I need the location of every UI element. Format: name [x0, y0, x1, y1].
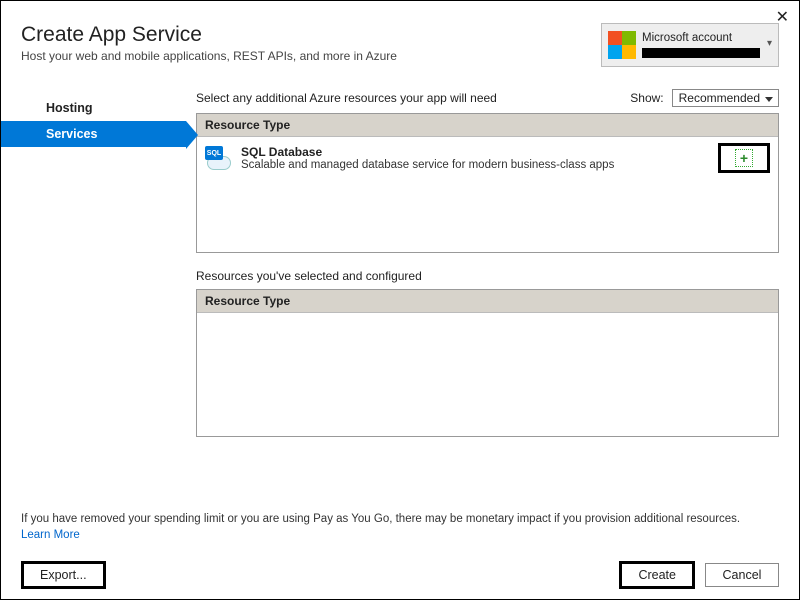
export-button[interactable]: Export... [21, 561, 106, 589]
selected-resources-list: Resource Type [196, 289, 779, 437]
account-label: Microsoft account [642, 32, 772, 45]
plus-icon: + [735, 149, 753, 167]
available-list-header: Resource Type [197, 114, 778, 137]
resource-description: Scalable and managed database service fo… [241, 159, 614, 171]
resource-row-sql-database[interactable]: SQL SQL Database Scalable and managed da… [197, 137, 778, 179]
tab-hosting[interactable]: Hosting [1, 95, 186, 121]
learn-more-link[interactable]: Learn More [21, 529, 80, 541]
account-picker[interactable]: Microsoft account ▾ [601, 23, 779, 67]
spending-warning: If you have removed your spending limit … [21, 511, 779, 543]
chevron-down-icon: ▾ [767, 38, 772, 49]
selected-resources-label: Resources you've selected and configured [196, 269, 779, 283]
show-label: Show: [630, 91, 663, 105]
add-resource-button[interactable]: + [718, 143, 770, 173]
tab-services[interactable]: Services [1, 121, 186, 147]
dialog-footer: Export... Create Cancel [1, 551, 799, 599]
microsoft-logo-icon [608, 31, 636, 59]
sql-database-icon: SQL [205, 146, 233, 170]
show-filter-select[interactable]: Recommended [672, 89, 779, 107]
pick-resources-label: Select any additional Azure resources yo… [196, 91, 497, 105]
side-tabs: Hosting Services [1, 89, 186, 481]
resource-title: SQL Database [241, 145, 614, 159]
account-email-redacted [642, 48, 760, 58]
page-subtitle: Host your web and mobile applications, R… [21, 49, 397, 63]
dialog-header: Create App Service Host your web and mob… [1, 1, 799, 73]
create-button[interactable]: Create [619, 561, 695, 589]
available-resources-list: Resource Type SQL SQL Database Scalable … [196, 113, 779, 253]
page-title: Create App Service [21, 23, 397, 47]
cancel-button[interactable]: Cancel [705, 563, 779, 587]
selected-list-header: Resource Type [197, 290, 778, 313]
